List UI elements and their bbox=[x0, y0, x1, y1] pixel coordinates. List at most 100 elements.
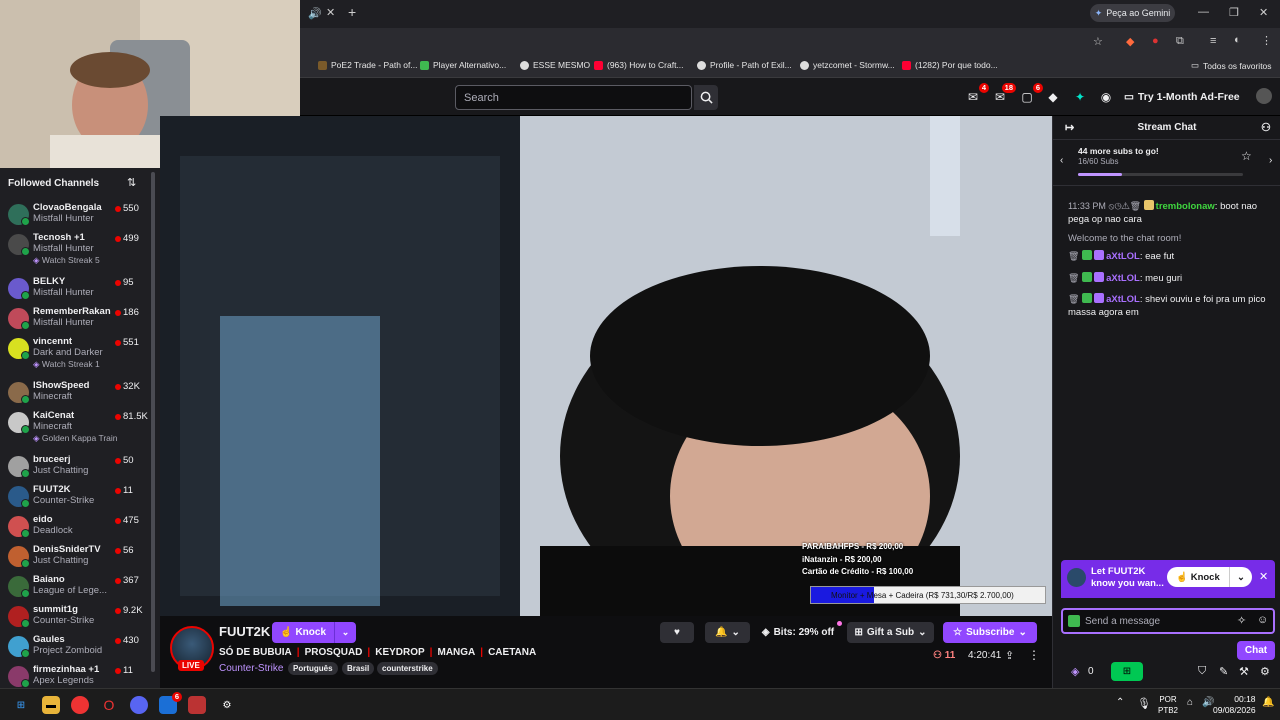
activity-icon[interactable]: ◉ bbox=[1097, 88, 1115, 106]
star-bookmark-icon[interactable]: ☆ bbox=[1093, 35, 1103, 48]
notifications-button[interactable]: 🔔 ⌄ bbox=[705, 622, 750, 643]
chevron-up-icon[interactable]: ⌃ bbox=[1116, 697, 1124, 708]
clock[interactable]: 00:18 09/08/2026 bbox=[1213, 694, 1256, 716]
shield-icon[interactable]: ⛉ bbox=[1198, 665, 1206, 678]
chevron-right-icon[interactable]: › bbox=[1269, 155, 1272, 166]
sidebar-channel[interactable]: Gaules Project Zomboid 430 bbox=[0, 632, 150, 662]
sidebar-channel[interactable]: Baiano League of Lege... 367 bbox=[0, 572, 150, 602]
sidebar-channel[interactable]: Tecnosh +1 Mistfall Hunter ◈ Watch Streak … bbox=[0, 230, 150, 265]
language-indicator[interactable]: POR PTB2 bbox=[1158, 694, 1178, 716]
whispers-icon[interactable]: ▢ 6 bbox=[1018, 83, 1043, 106]
bits-icon[interactable]: ◆ bbox=[1044, 88, 1062, 106]
chrome-icon[interactable] bbox=[71, 696, 89, 714]
close-tab-icon[interactable]: ✕ bbox=[326, 6, 335, 19]
chevron-left-icon[interactable]: ‹ bbox=[1060, 155, 1063, 166]
pencil-icon[interactable]: ✎ bbox=[1219, 665, 1228, 678]
chevron-down-icon[interactable]: ⌄ bbox=[1230, 572, 1252, 583]
bookmark-item[interactable]: yetzcomet - Stormw... bbox=[800, 60, 895, 70]
mod-tools-icon[interactable]: ⚒ bbox=[1239, 665, 1249, 678]
follow-heart-button[interactable]: ♥ bbox=[660, 622, 694, 643]
streamer-name[interactable]: FUUT2K bbox=[219, 624, 270, 639]
stream-tag[interactable]: counterstrike bbox=[377, 662, 438, 675]
minimize-icon[interactable]: — bbox=[1198, 6, 1209, 18]
chat-username[interactable]: aXtLOL bbox=[1106, 294, 1140, 305]
trash-icon[interactable]: 🗑 bbox=[1068, 294, 1079, 304]
close-window-icon[interactable]: ✕ bbox=[1259, 6, 1268, 19]
windows-start-icon[interactable]: ⊞ bbox=[12, 696, 30, 714]
chat-input[interactable] bbox=[1085, 610, 1235, 632]
restore-icon[interactable]: ❐ bbox=[1229, 6, 1239, 19]
extensions-puzzle-icon[interactable]: ⧉ bbox=[1176, 35, 1184, 48]
inbox-icon[interactable]: ✉ 18 bbox=[991, 83, 1016, 106]
sidebar-channel[interactable]: vincennt Dark and Darker ◈ Watch Streak 1 5… bbox=[0, 334, 150, 369]
sidebar-channel[interactable]: summit1g Counter-Strike 9.2K bbox=[0, 602, 150, 632]
extension-icon[interactable]: ✦ bbox=[1071, 88, 1089, 106]
file-explorer-icon[interactable]: ▬ bbox=[42, 696, 60, 714]
prime-loot-icon[interactable]: ✉ 4 bbox=[964, 83, 989, 106]
bookmark-item[interactable]: ESSE MESMO bbox=[520, 60, 590, 70]
badge-icon[interactable] bbox=[1068, 615, 1080, 627]
menu-icon[interactable]: ⋮ bbox=[1261, 34, 1272, 47]
channel-points-icon[interactable]: ◈ bbox=[1071, 665, 1079, 678]
speaker-icon[interactable]: 🔊 bbox=[308, 7, 322, 20]
knock-chat-button[interactable]: ☝ Knock ⌄ bbox=[1167, 567, 1252, 587]
bits-button[interactable]: ◈ Bits: 29% off bbox=[757, 622, 839, 643]
sidebar-channel[interactable]: bruceerj Just Chatting 50 bbox=[0, 452, 150, 482]
user-avatar[interactable] bbox=[1256, 88, 1272, 104]
chevron-down-icon[interactable]: ⌄ bbox=[335, 627, 356, 638]
sort-icon[interactable]: ⇅ bbox=[127, 176, 136, 189]
sidebar-channel[interactable]: FUUT2K Counter-Strike 11 bbox=[0, 482, 150, 512]
all-favorites[interactable]: ▭ Todos os favoritos bbox=[1191, 60, 1272, 71]
bookmark-item[interactable]: (963) How to Craft... bbox=[594, 60, 684, 70]
new-tab-icon[interactable]: + bbox=[348, 4, 356, 20]
search-button[interactable] bbox=[694, 85, 718, 110]
collapse-icon[interactable]: ↦ bbox=[1065, 121, 1074, 134]
stream-tag[interactable]: Brasil bbox=[342, 662, 375, 675]
claim-bonus-button[interactable]: ⊞ bbox=[1111, 662, 1143, 681]
microphone-icon[interactable]: 🎙 bbox=[1137, 697, 1151, 710]
sidebar-channel[interactable]: eido Deadlock 475 bbox=[0, 512, 150, 542]
gift-sub-button[interactable]: ⊞ Gift a Sub ⌄ bbox=[847, 622, 934, 643]
gemini-button[interactable]: ✦ Peça ao Gemini bbox=[1090, 4, 1175, 22]
sidebar-channel[interactable]: IShowSpeed Minecraft 32K bbox=[0, 378, 150, 408]
bookmark-item[interactable]: PoE2 Trade - Path of... bbox=[318, 60, 417, 70]
trash-icon[interactable]: 🗑 bbox=[1068, 251, 1079, 261]
notification-icon[interactable]: 🔔 bbox=[1262, 697, 1274, 708]
mod-icons[interactable]: ⦸◷⚠🗑 bbox=[1109, 201, 1142, 211]
users-icon[interactable]: ⚇ bbox=[1261, 121, 1271, 134]
sidebar-channel[interactable]: BELKY Mistfall Hunter 95 bbox=[0, 274, 150, 304]
bookmark-item[interactable]: Player Alternativo... bbox=[420, 60, 506, 70]
share-icon[interactable]: ⇪ bbox=[1005, 649, 1014, 662]
chat-username[interactable]: trembolonaw bbox=[1156, 201, 1215, 212]
extension-icon[interactable]: ◆ bbox=[1126, 35, 1134, 48]
profile-icon[interactable]: ◐ bbox=[1234, 34, 1241, 46]
chat-username[interactable]: aXtLOL bbox=[1106, 273, 1140, 284]
ad-free-button[interactable]: ▭ Try 1-Month Ad-Free bbox=[1124, 87, 1240, 107]
app-icon[interactable]: 6 bbox=[159, 692, 182, 714]
more-options-icon[interactable]: ⋮ bbox=[1028, 648, 1040, 662]
subscribe-button[interactable]: ☆ Subscribe ⌄ bbox=[943, 622, 1037, 643]
discord-icon[interactable] bbox=[130, 696, 148, 714]
star-icon[interactable]: ☆ bbox=[1241, 149, 1252, 163]
opera-icon[interactable]: O bbox=[100, 696, 118, 714]
bookmark-item[interactable]: Profile - Path of Exil... bbox=[697, 60, 792, 70]
stream-tag[interactable]: Português bbox=[288, 662, 338, 675]
trash-icon[interactable]: 🗑 bbox=[1068, 273, 1079, 283]
gear-icon[interactable]: ⚙ bbox=[1260, 665, 1270, 678]
media-icon[interactable]: ≡ bbox=[1210, 35, 1216, 47]
chat-username[interactable]: aXtLOL bbox=[1106, 251, 1140, 262]
app-icon[interactable] bbox=[188, 696, 206, 714]
extension-icon[interactable]: ● bbox=[1152, 35, 1159, 47]
app-icon[interactable]: ⚙ bbox=[218, 696, 236, 714]
sidebar-channel[interactable]: ClovaoBengala Mistfall Hunter 550 bbox=[0, 200, 150, 230]
sidebar-channel[interactable]: KaiCenat Minecraft ◈ Golden Kappa Train 81.… bbox=[0, 408, 150, 443]
chat-send-button[interactable]: Chat bbox=[1237, 641, 1275, 660]
stream-category[interactable]: Counter-Strike bbox=[219, 663, 283, 674]
magic-icon[interactable]: ✧ bbox=[1237, 614, 1246, 627]
network-icon[interactable]: ⌂ bbox=[1187, 697, 1193, 708]
close-icon[interactable]: ✕ bbox=[1259, 570, 1268, 583]
sidebar-channel[interactable]: RememberRakan Mistfall Hunter 186 bbox=[0, 304, 150, 334]
sidebar-scrollbar[interactable] bbox=[151, 172, 155, 672]
search-input[interactable] bbox=[456, 86, 691, 109]
knock-button[interactable]: ☝ Knock ⌄ bbox=[272, 622, 356, 643]
